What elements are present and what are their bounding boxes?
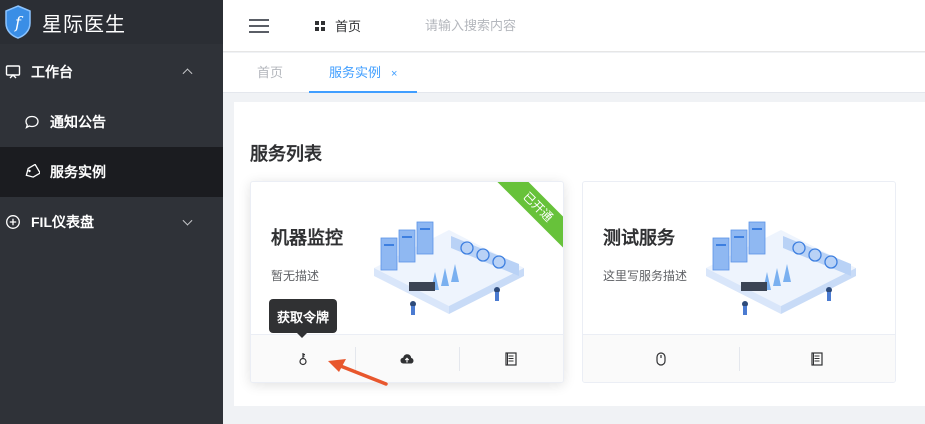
service-card-machine-monitor[interactable]: 机器监控 暂无描述 已开通	[250, 181, 564, 383]
sidebar-item-label: FIL仪表盘	[31, 214, 94, 230]
monitor-icon	[5, 64, 21, 80]
close-icon[interactable]: ×	[391, 68, 397, 80]
card-description: 这里写服务描述	[603, 269, 688, 283]
mouse-icon	[656, 351, 666, 366]
card-title: 测试服务	[603, 228, 675, 248]
access-button[interactable]	[583, 335, 739, 382]
annotation-arrow-icon	[328, 359, 388, 386]
home-label: 首页	[335, 19, 362, 34]
service-card-test-service[interactable]: 测试服务 这里写服务描述	[582, 181, 896, 383]
sidebar-item-service-instances[interactable]: 服务实例	[0, 147, 223, 197]
key-icon	[299, 352, 307, 365]
card-title: 机器监控	[271, 228, 343, 248]
sidebar-item-workbench[interactable]: 工作台	[0, 47, 223, 97]
sidebar-item-notices[interactable]: 通知公告	[0, 97, 223, 147]
tag-icon	[24, 164, 40, 180]
top-header: 首页	[223, 0, 925, 52]
document-icon	[811, 351, 823, 366]
tab-service-instances[interactable]: 服务实例 ×	[309, 53, 418, 93]
sidebar-item-label: 通知公告	[50, 114, 106, 130]
section-title: 服务列表	[250, 144, 322, 164]
docs-button[interactable]	[739, 335, 895, 382]
tab-label: 首页	[257, 65, 284, 80]
logo-shield-icon: f	[5, 5, 31, 39]
docs-button[interactable]	[459, 335, 563, 382]
card-description: 暂无描述	[271, 269, 320, 283]
sidebar: f 星际医生 工作台 通知公告 服务实例 FIL仪表盘	[0, 0, 223, 424]
document-icon	[505, 351, 517, 366]
chat-bubble-icon	[24, 114, 40, 130]
menu-toggle-icon[interactable]	[249, 15, 269, 37]
tooltip: 获取令牌	[269, 299, 337, 338]
tab-home[interactable]: 首页	[257, 53, 283, 93]
brand-name: 星际医生	[42, 11, 126, 36]
server-room-illustration	[706, 221, 856, 315]
chevron-up-icon	[182, 68, 193, 79]
card-actions	[583, 334, 895, 382]
sidebar-item-label: 工作台	[31, 64, 73, 80]
tab-bar: 首页 服务实例 ×	[223, 53, 925, 93]
sidebar-item-fil-dashboard[interactable]: FIL仪表盘	[0, 197, 223, 247]
tab-label: 服务实例	[329, 65, 382, 80]
card-actions	[251, 334, 563, 382]
sidebar-item-label: 服务实例	[50, 164, 106, 180]
header-home-link[interactable]: 首页	[315, 16, 361, 35]
cloud-upload-icon	[400, 353, 414, 363]
grid-icon	[315, 20, 325, 31]
plus-circle-icon	[5, 214, 21, 230]
search-input[interactable]	[425, 18, 626, 33]
chevron-down-icon	[182, 215, 193, 226]
brand[interactable]: f 星际医生	[0, 0, 223, 44]
server-room-illustration	[374, 221, 524, 315]
